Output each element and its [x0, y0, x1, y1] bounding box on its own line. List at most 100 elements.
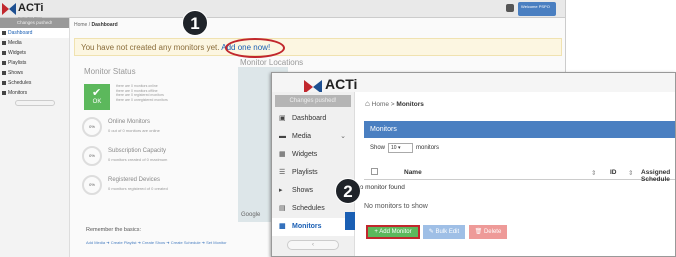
callout-badge-1: 1 [182, 10, 208, 36]
google-map-label: Google [241, 212, 261, 218]
breadcrumb: ⌂ Home > Monitors [365, 99, 424, 108]
trash-icon: 🗑 [474, 229, 483, 235]
sidebar-item-dashboard[interactable]: ▣ Dashboard [272, 110, 354, 128]
sidebar-item-label: Dashboard [292, 115, 327, 122]
sidebar-item-media[interactable]: Media [0, 38, 69, 48]
no-monitors-message: No monitors to show [364, 203, 428, 210]
changes-status[interactable]: Changes pushed! [0, 18, 69, 28]
select-all-checkbox[interactable] [371, 168, 378, 175]
checkmark-icon: ✔ [92, 87, 102, 99]
sidebar-item-monitors[interactable]: ▦ Monitors [272, 218, 354, 236]
delete-label: Delete [483, 229, 502, 235]
logo-text: ACTi [325, 76, 358, 92]
grid-icon [2, 91, 6, 95]
sort-icon[interactable]: ⇕ [591, 169, 596, 177]
percent-circle: 0% [82, 117, 102, 137]
sidebar-item-label: Media [8, 40, 22, 46]
basics-steps[interactable]: Add Media ➜ Create Playlist ➜ Create Sho… [86, 240, 227, 245]
sidebar-item-widgets[interactable]: ▦ Widgets [272, 146, 354, 164]
monitors-panel-header: Monitors [364, 121, 675, 138]
list-icon: ☰ [279, 169, 286, 176]
sidebar-item-label: Playlists [292, 169, 318, 176]
stat-title: Registered Devices [108, 177, 161, 183]
alert-text: You have not created any monitors yet. [81, 43, 220, 52]
page-size-value: 10 [391, 145, 397, 151]
monitor-status-title: Monitor Status [84, 67, 136, 76]
add-monitor-button[interactable]: + Add Monitor [366, 225, 420, 239]
status-ok-label: OK [92, 99, 102, 105]
sidebar: Changes pushed! ▣ Dashboard ▬ Media ⌄ ▦ Widg… [272, 92, 355, 256]
breadcrumb-current: Dashboard [91, 22, 118, 28]
stat-title: Subscription Capacity [108, 148, 167, 154]
bulk-edit-button[interactable]: ✎ Bulk Edit [423, 225, 465, 239]
logo-text: ACTi [18, 2, 44, 14]
home-icon[interactable]: ⌂ [365, 99, 370, 108]
edit-icon: ✎ [428, 229, 434, 235]
sort-icon[interactable]: ⇕ [628, 169, 633, 177]
chevron-down-icon: ⌄ [340, 133, 346, 140]
sidebar-item-widgets[interactable]: Widgets [0, 48, 69, 58]
no-monitors-alert: You have not created any monitors yet. A… [74, 38, 562, 56]
dashboard-icon: ▣ [279, 115, 286, 122]
percent-circle: 0% [82, 146, 102, 166]
calendar-icon: ▤ [279, 205, 286, 212]
breadcrumb-home[interactable]: Home [74, 22, 87, 28]
column-header-assigned-schedule[interactable]: Assigned Schedule [641, 169, 675, 183]
column-header-id[interactable]: ID [610, 169, 617, 176]
show-suffix: monitors [416, 145, 440, 151]
stat-title: Online Monitors [108, 119, 151, 125]
column-header-name[interactable]: Name [404, 169, 422, 176]
remember-basics-heading: Remember the basics: [86, 227, 142, 233]
status-line: there are 0 registered monitors [116, 93, 164, 97]
page-size-select[interactable]: 10 ▾ [388, 143, 414, 153]
play-icon: ▸ [279, 187, 283, 194]
sidebar-item-label: Media [292, 133, 312, 140]
monitor-locations-title: Monitor Locations [240, 58, 304, 67]
sidebar: Changes pushed! Dashboard Media Widgets … [0, 18, 70, 257]
folder-icon [2, 41, 6, 45]
widgets-icon: ▦ [279, 151, 286, 158]
callout-badge-2: 2 [335, 178, 361, 204]
folder-icon: ▬ [279, 133, 286, 140]
breadcrumb-home[interactable]: Home [372, 101, 389, 108]
changes-status[interactable]: Changes pushed! [275, 95, 351, 107]
status-ok-tile: ✔ OK [84, 84, 110, 110]
bulk-edit-label: Bulk Edit [435, 229, 460, 235]
breadcrumb: Home / Dashboard [74, 22, 118, 28]
sidebar-item-dashboard[interactable]: Dashboard [0, 28, 69, 38]
delete-button[interactable]: 🗑 Delete [469, 225, 507, 239]
grid-icon: ▦ [279, 223, 286, 230]
sidebar-item-label: Dashboard [8, 30, 33, 36]
sidebar-collapse-button[interactable]: ‹ [287, 240, 339, 250]
sidebar-item-media[interactable]: ▬ Media ⌄ [272, 128, 354, 146]
chevron-left-icon: ‹ [312, 242, 314, 248]
notification-icon[interactable] [506, 4, 514, 12]
active-nav-indicator [345, 212, 355, 230]
sidebar-item-label: Monitors [292, 223, 322, 230]
list-icon [2, 61, 6, 65]
calendar-icon [2, 81, 6, 85]
acti-logo: ACTi Connecting Vision [2, 1, 62, 20]
monitors-window: ACTi Connecting Vision Changes pushed! ▣… [271, 72, 676, 257]
status-summary: there are 0 monitors online there are 0 … [116, 84, 168, 102]
show-label: Show [370, 145, 386, 151]
sidebar-item-label: Shows [8, 70, 24, 76]
widgets-icon [2, 51, 6, 55]
sidebar-item-label: Schedules [8, 80, 32, 86]
sidebar-collapse-button[interactable] [14, 100, 55, 106]
sidebar-item-schedules[interactable]: Schedules [0, 78, 69, 88]
page-size-control: Show 10 ▾ monitors [370, 143, 439, 153]
subscription-capacity-stat: 0% Subscription Capacity 0 monitors crea… [82, 146, 232, 170]
sidebar-item-monitors[interactable]: Monitors [0, 88, 69, 98]
sidebar-item-shows[interactable]: Shows [0, 68, 69, 78]
sidebar-item-label: Monitors [8, 90, 28, 96]
top-bar: ACTi Connecting Vision Welcome PSPO [0, 0, 565, 20]
sidebar-item-label: Widgets [8, 50, 27, 56]
table-header: Name ⇕ ID ⇕ Assigned Schedule [364, 165, 675, 183]
stat-description: 0 monitors created of 0 maximum [108, 157, 168, 162]
user-menu[interactable]: Welcome PSPO [518, 2, 556, 16]
acti-logo-mark [2, 3, 16, 15]
sidebar-item-label: Playlists [8, 60, 27, 66]
sidebar-item-playlists[interactable]: Playlists [0, 58, 69, 68]
online-monitors-stat: 0% Online Monitors 0 out of 0 monitors a… [82, 117, 232, 141]
